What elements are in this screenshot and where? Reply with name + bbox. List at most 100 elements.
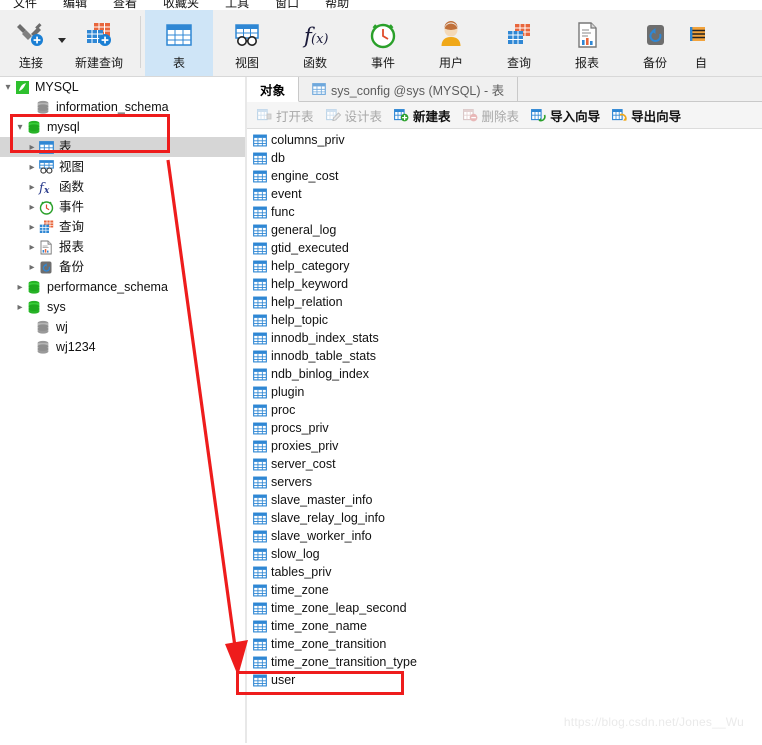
tab-sys-config-table[interactable]: sys_config @sys (MYSQL) - 表	[299, 77, 519, 101]
table-list-item[interactable]: server_cost	[247, 455, 762, 473]
twisty-collapsed-icon[interactable]: ▸	[26, 182, 38, 193]
table-list-item[interactable]: time_zone	[247, 581, 762, 599]
table-list-item[interactable]: help_keyword	[247, 275, 762, 293]
table-list-item[interactable]: time_zone_name	[247, 617, 762, 635]
toolbar-button-function[interactable]: f (x) 函数	[281, 10, 349, 76]
menu-item-view[interactable]: 查看	[100, 0, 150, 10]
connection-tree-sidebar[interactable]: ▾ MYSQL information_schema ▾ mysql ▸ 表 ▸…	[0, 77, 245, 743]
menu-item-file[interactable]: 文件	[0, 0, 50, 10]
toolbar-button-event[interactable]: 事件	[349, 10, 417, 76]
toolbar-button-report[interactable]: 报表	[553, 10, 621, 76]
open-table-button[interactable]: 打开表	[251, 104, 320, 126]
sidebar-item-mysql-connection[interactable]: ▾ MYSQL	[0, 77, 245, 97]
sidebar-item-sys[interactable]: ▸ sys	[0, 297, 245, 317]
toolbar-button-connection[interactable]: 连接	[0, 10, 66, 76]
sidebar-item-events[interactable]: ▸ 事件	[0, 197, 245, 217]
table-list-item[interactable]: time_zone_transition	[247, 635, 762, 653]
toolbar-button-view[interactable]: 视图	[213, 10, 281, 76]
toolbar-button-user[interactable]: 用户	[417, 10, 485, 76]
twisty-collapsed-icon[interactable]: ▸	[26, 202, 38, 213]
table-icon	[253, 638, 267, 651]
table-icon	[253, 188, 267, 201]
toolbar-button-new-query[interactable]: 新建查询	[62, 10, 136, 76]
table-list-item[interactable]: slow_log	[247, 545, 762, 563]
table-list-item[interactable]: func	[247, 203, 762, 221]
table-list-item[interactable]: slave_master_info	[247, 491, 762, 509]
sidebar-item-reports[interactable]: ▸ 报表	[0, 237, 245, 257]
table-list-item[interactable]: user	[247, 671, 762, 689]
table-list-item[interactable]: general_log	[247, 221, 762, 239]
twisty-collapsed-icon[interactable]: ▸	[26, 242, 38, 253]
table-list-item[interactable]: tables_priv	[247, 563, 762, 581]
db-green-icon	[26, 279, 42, 295]
twisty-collapsed-icon[interactable]: ▸	[14, 302, 26, 313]
table-list-item[interactable]: event	[247, 185, 762, 203]
table-list-item[interactable]: engine_cost	[247, 167, 762, 185]
menu-item-favorites[interactable]: 收藏夹	[150, 0, 212, 10]
table-list-item-label: slow_log	[271, 547, 320, 561]
twisty-expanded-icon[interactable]: ▾	[2, 82, 14, 93]
table-list-item-label: time_zone	[271, 583, 329, 597]
new-table-button[interactable]: 新建表	[388, 104, 457, 126]
sidebar-item-wj[interactable]: wj	[0, 317, 245, 337]
twisty-collapsed-icon[interactable]: ▸	[26, 162, 38, 173]
table-list-item[interactable]: slave_relay_log_info	[247, 509, 762, 527]
export-wizard-button[interactable]: 导出向导	[606, 104, 687, 126]
twisty-collapsed-icon[interactable]: ▸	[26, 222, 38, 233]
table-list-item[interactable]: plugin	[247, 383, 762, 401]
table-list-item-label: plugin	[271, 385, 305, 399]
table-list-item[interactable]: proxies_priv	[247, 437, 762, 455]
table-list-item[interactable]: servers	[247, 473, 762, 491]
toolbar-button-backup[interactable]: 备份	[621, 10, 689, 76]
sidebar-item-views[interactable]: ▸ 视图	[0, 157, 245, 177]
table-icon	[253, 566, 267, 579]
table-list-item[interactable]: slave_worker_info	[247, 527, 762, 545]
table-list-item[interactable]: time_zone_transition_type	[247, 653, 762, 671]
table-icon	[253, 260, 267, 273]
table-list-item-label: help_topic	[271, 313, 328, 327]
table-list-item[interactable]: time_zone_leap_second	[247, 599, 762, 617]
menu-item-tools[interactable]: 工具	[212, 0, 262, 10]
twisty-collapsed-icon[interactable]: ▸	[26, 142, 38, 153]
twisty-expanded-icon[interactable]: ▾	[14, 122, 26, 133]
table-list-item[interactable]: db	[247, 149, 762, 167]
table-icon	[253, 440, 267, 453]
table-list-item-label: help_category	[271, 259, 350, 273]
sidebar-item-information-schema[interactable]: information_schema	[0, 97, 245, 117]
table-list-item[interactable]: columns_priv	[247, 131, 762, 149]
table-list-item[interactable]: procs_priv	[247, 419, 762, 437]
toolbar-button-automation[interactable]: 自	[689, 10, 713, 76]
menu-item-help[interactable]: 帮助	[312, 0, 362, 10]
sidebar-item-wj1234[interactable]: wj1234	[0, 337, 245, 357]
table-object-list[interactable]: columns_privdb engine_cost event func genera…	[247, 129, 762, 745]
query-icon	[38, 219, 54, 235]
delete-table-button[interactable]: 删除表	[457, 104, 526, 126]
table-list-item-label: db	[271, 151, 285, 165]
twisty-collapsed-icon[interactable]: ▸	[14, 282, 26, 293]
tab-objects[interactable]: 对象	[247, 77, 300, 102]
table-list-item-label: time_zone_transition_type	[271, 655, 417, 669]
sidebar-item-functions[interactable]: ▸ f x 函数	[0, 177, 245, 197]
table-list-item[interactable]: proc	[247, 401, 762, 419]
table-list-item[interactable]: help_topic	[247, 311, 762, 329]
toolbar-button-table[interactable]: 表	[145, 10, 213, 76]
twisty-collapsed-icon[interactable]: ▸	[26, 262, 38, 273]
menu-item-edit[interactable]: 编辑	[50, 0, 100, 10]
table-list-item[interactable]: help_category	[247, 257, 762, 275]
sidebar-item-performance-schema[interactable]: ▸ performance_schema	[0, 277, 245, 297]
sidebar-item-tables[interactable]: ▸ 表	[0, 137, 245, 157]
table-list-item[interactable]: help_relation	[247, 293, 762, 311]
table-list-item[interactable]: innodb_table_stats	[247, 347, 762, 365]
sidebar-item-backups[interactable]: ▸ 备份	[0, 257, 245, 277]
query-icon	[504, 18, 534, 52]
table-list-item[interactable]: ndb_binlog_index	[247, 365, 762, 383]
menu-item-window[interactable]: 窗口	[262, 0, 312, 10]
toolbar-button-query[interactable]: 查询	[485, 10, 553, 76]
connection-icon	[15, 18, 47, 52]
table-list-item[interactable]: gtid_executed	[247, 239, 762, 257]
sidebar-item-mysql-database[interactable]: ▾ mysql	[0, 117, 245, 137]
sidebar-item-queries[interactable]: ▸ 查询	[0, 217, 245, 237]
import-wizard-button[interactable]: 导入向导	[525, 104, 606, 126]
design-table-button[interactable]: 设计表	[320, 104, 389, 126]
table-list-item[interactable]: innodb_index_stats	[247, 329, 762, 347]
